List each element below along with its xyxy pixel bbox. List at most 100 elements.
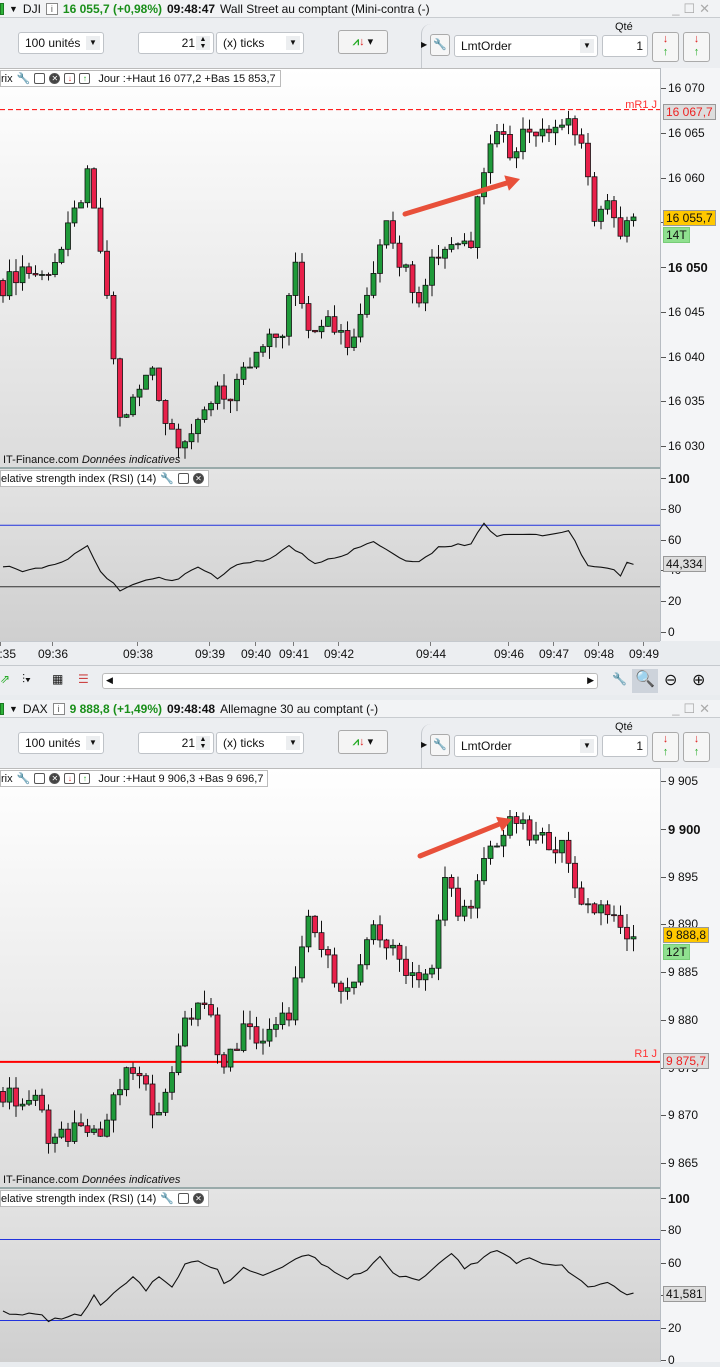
candle	[383, 220, 390, 249]
rsi-tick-label: 60	[668, 532, 682, 547]
rsi-axis[interactable]: 100806040200	[660, 1188, 720, 1367]
buy-sell-order-button[interactable]: ↓ ↑	[652, 32, 679, 62]
buy-arrow-icon[interactable]: ↑	[79, 773, 91, 784]
price-chart-pane[interactable]: rix 🔧 ✕ ↓ ↑ Jour :+Haut 16 077,2 +Bas 15 …	[0, 68, 660, 468]
rsi-pane[interactable]: elative strength index (RSI) (14) 🔧 ✕	[0, 1188, 660, 1362]
axis-tick	[661, 876, 666, 878]
price-tick-label: 9 895	[668, 869, 699, 884]
qty-input[interactable]: 1	[602, 35, 648, 57]
symbol[interactable]: DAX	[23, 702, 48, 716]
candle	[624, 914, 630, 951]
reverse-order-button[interactable]: ↓ ↑	[683, 732, 710, 762]
price-tick-label: 16 070	[668, 81, 705, 95]
ticks-unit-select[interactable]: (x) ticks ▼	[216, 732, 304, 754]
close-icon[interactable]: ✕	[49, 773, 61, 784]
qty-input[interactable]: 1	[602, 735, 648, 757]
order-type-select[interactable]: LmtOrder ▼	[454, 735, 598, 757]
candle	[260, 1028, 266, 1055]
wrench-icon[interactable]: 🔧	[430, 34, 450, 56]
candle	[214, 381, 221, 410]
wrench-icon[interactable]: 🔧	[17, 72, 31, 85]
sell-arrow-icon[interactable]: ↓	[64, 73, 76, 84]
window-title-bar[interactable]: ▼ DJI i 16 055,7 (+0,98%) 09:48:47 Wall …	[0, 0, 720, 18]
wrench-icon[interactable]: 🔧	[160, 1192, 174, 1205]
chart-settings-icon[interactable]: 🔧	[612, 672, 627, 686]
rsi-chart	[0, 522, 660, 592]
candle	[208, 401, 214, 417]
window-controls[interactable]: _☐✕	[672, 701, 714, 717]
units-select[interactable]: 100 unités ▼	[18, 32, 104, 54]
price-chart-pane[interactable]: rix 🔧 ✕ ↓ ↑ Jour :+Haut 9 906,3 +Bas 9 69…	[0, 768, 660, 1188]
day-high-low: Jour :+Haut 9 906,3 +Bas 9 696,7	[98, 772, 264, 785]
indicator-button[interactable]: ⩘↓ ▾	[338, 30, 388, 54]
units-select[interactable]: 100 unités ▼	[18, 732, 104, 754]
candle	[6, 259, 13, 300]
rsi-tick-label: 60	[668, 1255, 682, 1270]
expand-arrow-icon[interactable]: ▶	[421, 740, 427, 749]
window-icon[interactable]	[34, 73, 46, 84]
auto-zoom-icon[interactable]: 🔍	[632, 669, 658, 693]
buy-arrow-icon[interactable]: ↑	[79, 73, 91, 84]
window-icon[interactable]	[178, 1193, 189, 1204]
info-icon[interactable]: i	[45, 2, 58, 15]
price-axis[interactable]: 16 07016 06516 06016 05516 05016 04516 0…	[660, 68, 720, 468]
indicator-button[interactable]: ⩘↓ ▾	[338, 730, 388, 754]
time-tick-label: 09:44	[416, 647, 447, 661]
window-icon[interactable]	[34, 773, 46, 784]
order-book-icon[interactable]: ☰	[78, 672, 89, 686]
close-icon[interactable]: ✕	[49, 73, 61, 84]
wrench-icon[interactable]: 🔧	[160, 472, 174, 485]
candle	[578, 881, 585, 906]
time-axis[interactable]: 09:35 09:36 09:38 09:39 09:40 09:41 09:42 09:44…	[0, 641, 660, 665]
window-icon[interactable]	[178, 473, 189, 484]
close-icon[interactable]: ✕	[193, 473, 204, 484]
zoom-in-icon[interactable]: ⊕	[692, 670, 705, 690]
candle	[416, 286, 422, 308]
time-tick-label: 09:39	[195, 647, 226, 661]
symbol-dropdown-icon[interactable]: ▼	[9, 704, 18, 714]
ticks-stepper[interactable]: 21 ▲ ▼	[138, 32, 214, 54]
candle	[455, 242, 461, 250]
price-axis[interactable]: 9 9059 9009 8959 8909 8859 8809 8759 870…	[660, 768, 720, 1188]
chart-type-icon[interactable]: ⫶▾	[22, 672, 31, 687]
candle	[221, 374, 227, 410]
order-type-select[interactable]: LmtOrder ▼	[454, 35, 598, 57]
sell-arrow-icon[interactable]: ↓	[64, 773, 76, 784]
ticks-unit-select[interactable]: (x) ticks ▼	[216, 32, 304, 54]
axis-tick	[661, 356, 666, 358]
symbol[interactable]: DJI	[23, 2, 41, 16]
qty-label: Qté	[615, 21, 633, 33]
candle	[130, 1062, 136, 1081]
price-tick-label: 16 030	[668, 439, 705, 453]
candle	[357, 954, 364, 986]
expand-arrow-icon[interactable]: ▶	[421, 40, 427, 49]
candle	[611, 905, 617, 922]
info-icon[interactable]: i	[52, 702, 65, 715]
symbol-dropdown-icon[interactable]: ▼	[9, 4, 18, 14]
time-tick-label: 09:47	[539, 647, 570, 661]
rsi-axis[interactable]: 100806040200	[660, 468, 720, 641]
candle	[468, 231, 474, 249]
axis-tick	[661, 828, 666, 830]
draw-tool-icon[interactable]: ⇗	[0, 672, 10, 686]
wrench-icon[interactable]: 🔧	[17, 772, 31, 785]
horizontal-scrollbar[interactable]: ◀ ▶	[102, 673, 598, 689]
wrench-icon[interactable]: 🔧	[430, 734, 450, 756]
candle	[338, 980, 344, 1004]
candle	[598, 205, 604, 230]
reverse-order-button[interactable]: ↓ ↑	[683, 32, 710, 62]
candle	[500, 123, 507, 143]
buy-sell-order-button[interactable]: ↓ ↑	[652, 732, 679, 762]
candle	[461, 233, 468, 247]
zoom-out-icon[interactable]: ⊖	[664, 670, 677, 690]
candle	[97, 197, 104, 254]
rsi-pane[interactable]: elative strength index (RSI) (14) 🔧 ✕	[0, 468, 660, 641]
candle	[494, 842, 500, 848]
price-tick-label: 9 900	[668, 821, 701, 837]
close-icon[interactable]: ✕	[193, 1193, 204, 1204]
rsi-tick-label: 0	[668, 1353, 675, 1367]
export-icon[interactable]: ▦	[52, 672, 63, 686]
window-title-bar[interactable]: ▼ DAX i 9 888,8 (+1,49%) 09:48:48 Allema…	[0, 700, 720, 718]
ticks-stepper[interactable]: 21 ▲ ▼	[138, 732, 214, 754]
window-controls[interactable]: _☐✕	[672, 1, 714, 17]
